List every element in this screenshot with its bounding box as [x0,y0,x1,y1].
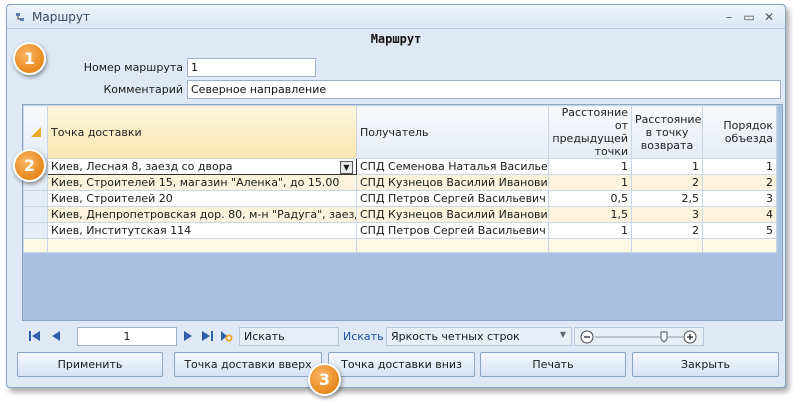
distance-prev-cell[interactable]: 0,5 [548,190,632,207]
zoom-slider[interactable] [574,327,704,346]
new-row-cell[interactable] [702,238,777,253]
new-row-cell[interactable] [548,238,632,253]
row-indicator[interactable] [23,206,48,223]
column-header-distance-prev[interactable]: Расстояние от предыдущей точки [548,105,632,159]
distance-return-cell[interactable]: 1 [631,158,703,175]
distance-prev-cell[interactable]: 1 [548,222,632,239]
route-window: Маршрут – ▭ ✕ Маршрут Номер маршрута 1 К… [6,4,786,388]
callout-marker: 1 [13,42,46,75]
distance-return-cell[interactable]: 3 [631,206,703,223]
minimize-icon[interactable]: – [720,9,738,25]
row-indicator[interactable] [23,190,48,207]
comment-field[interactable]: Северное направление [187,80,781,99]
apply-button[interactable]: Применить [17,352,163,377]
previous-record-icon[interactable] [49,328,63,344]
row-indicator[interactable] [23,222,48,239]
new-row-cell[interactable] [356,238,549,253]
table-row[interactable]: Киев, Строителей 20 СПД Петров Сергей Ва… [23,190,777,207]
table-row[interactable]: Киев, Днепропетровская дор. 80, м-н "Рад… [23,206,777,223]
column-header-recipient[interactable]: Получатель [356,105,549,159]
new-row-cell[interactable] [631,238,703,253]
route-points-grid: Точка доставки Получатель Расстояние от … [22,104,783,321]
close-icon[interactable]: ✕ [760,9,778,25]
distance-return-cell[interactable]: 2,5 [631,190,703,207]
column-header-distance-return[interactable]: Расстояние в точку возврата [631,105,703,159]
delivery-point-cell[interactable]: ▼ Киев, Лесная 8, заезд со двора [47,158,357,175]
delivery-point-cell[interactable]: Киев, Институтская 114 [47,222,357,239]
close-button[interactable]: Закрыть [632,352,779,377]
distance-prev-cell[interactable]: 1 [548,158,632,175]
table-row[interactable]: Киев, Строителей 15, магазин "Аленка", д… [23,174,777,191]
order-cell[interactable]: 5 [702,222,777,239]
grid-navigator: 1 Искать Искать Яркость четных строк ▼ [22,324,783,348]
record-position-input[interactable]: 1 [77,327,177,346]
order-cell[interactable]: 3 [702,190,777,207]
new-item-row[interactable] [23,238,777,253]
recipient-cell[interactable]: СПД Кузнецов Василий Иванович [356,206,549,223]
distance-return-cell[interactable]: 2 [631,222,703,239]
column-chooser-icon [30,127,41,137]
table-row[interactable]: ▼ Киев, Лесная 8, заезд со двора СПД Семе… [23,158,777,175]
chevron-down-icon[interactable]: ▼ [560,330,566,339]
distance-prev-cell[interactable]: 1 [548,174,632,191]
column-header-order[interactable]: Порядок объезда [702,105,777,159]
recipient-cell[interactable]: СПД Кузнецов Василий Иванович [356,174,549,191]
recipient-cell[interactable]: СПД Петров Сергей Васильевич [356,222,549,239]
print-button[interactable]: Печать [480,352,626,377]
move-up-button[interactable]: Точка доставки вверх [174,352,322,377]
column-header-delivery-point[interactable]: Точка доставки [47,105,357,159]
first-record-icon[interactable] [28,328,42,344]
maximize-icon[interactable]: ▭ [740,9,758,25]
order-cell[interactable]: 1 [702,158,777,175]
last-record-icon[interactable] [200,328,214,344]
chevron-down-icon[interactable]: ▼ [340,160,353,174]
distance-prev-cell[interactable]: 1,5 [548,206,632,223]
new-row-cell[interactable] [47,238,357,253]
route-number-label: Номер маршрута [83,61,183,74]
window-title: Маршрут [32,10,91,24]
order-cell[interactable]: 2 [702,174,777,191]
next-record-icon[interactable] [181,328,195,344]
row-highlight-select[interactable]: Яркость четных строк ▼ [386,327,572,346]
order-cell[interactable]: 4 [702,206,777,223]
add-record-icon[interactable] [219,328,233,344]
row-indicator[interactable] [23,238,48,253]
table-row[interactable]: Киев, Институтская 114 СПД Петров Сергей… [23,222,777,239]
recipient-cell[interactable]: СПД Петров Сергей Васильевич [356,190,549,207]
callout-marker: 2 [13,149,46,182]
delivery-point-cell[interactable]: Киев, Строителей 15, магазин "Аленка", д… [47,174,357,191]
app-icon [16,13,24,21]
delivery-point-cell[interactable]: Киев, Строителей 20 [47,190,357,207]
route-number-field[interactable]: 1 [187,58,316,77]
recipient-cell[interactable]: СПД Семенова Наталья Васильевна [356,158,549,175]
form-heading: Маршрут [370,32,422,46]
search-link[interactable]: Искать [343,330,384,343]
callout-marker: 3 [308,363,341,396]
title-bar: Маршрут – ▭ ✕ [7,5,785,29]
search-input[interactable]: Искать [239,327,339,346]
comment-label: Комментарий [103,83,183,96]
delivery-point-cell[interactable]: Киев, Днепропетровская дор. 80, м-н "Рад… [47,206,357,223]
distance-return-cell[interactable]: 2 [631,174,703,191]
move-down-button[interactable]: Точка доставки вниз [328,352,475,377]
